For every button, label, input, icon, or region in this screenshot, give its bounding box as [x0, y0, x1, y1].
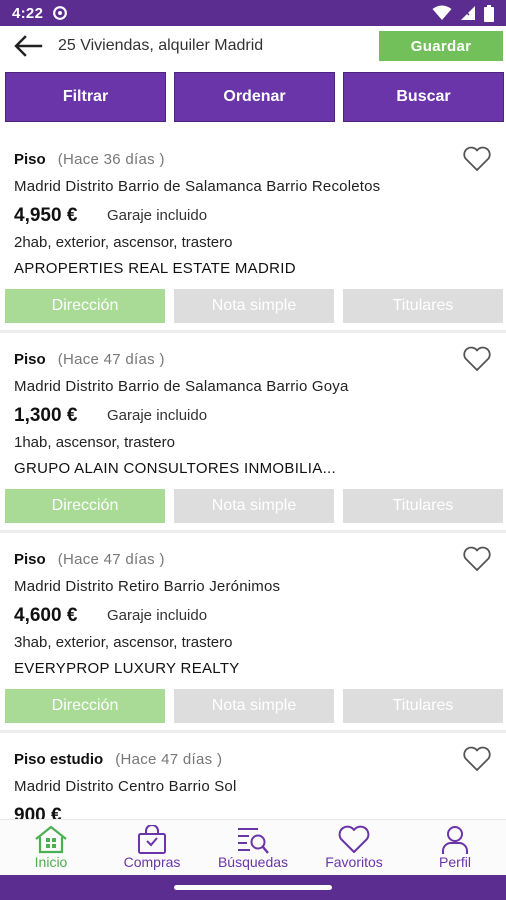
app-header: 25 Viviendas, alquiler Madrid Guardar: [0, 26, 506, 66]
nav-label-inicio: Inicio: [34, 854, 68, 870]
listing-header: Piso estudio (Hace 47 días ): [14, 751, 222, 768]
property-type: Piso: [14, 551, 46, 568]
heart-outline-icon: [463, 146, 491, 171]
nav-label-busquedas: Búsquedas: [217, 854, 289, 870]
listing-card[interactable]: Piso (Hace 47 días ) Madrid Distrito Barr…: [0, 333, 506, 533]
listing-card[interactable]: Piso (Hace 36 días ) Madrid Distrito Barr…: [0, 133, 506, 333]
user-icon: [442, 826, 468, 854]
sort-button[interactable]: Ordenar: [174, 72, 335, 122]
property-type: Piso estudio: [14, 751, 104, 768]
listing-list[interactable]: Piso (Hace 36 días ) Madrid Distrito Barr…: [0, 133, 506, 819]
listing-age: (Hace 47 días ): [57, 351, 165, 368]
titulares-button[interactable]: Titulares: [343, 689, 503, 723]
direction-button[interactable]: Dirección: [5, 489, 165, 523]
nav-label-favoritos: Favoritos: [325, 854, 383, 870]
search-title: 25 Viviendas, alquiler Madrid: [58, 37, 264, 54]
listing-address: Madrid Distrito Centro Barrio Sol: [14, 778, 237, 795]
favorite-button[interactable]: [460, 345, 494, 373]
action-toolbar: Filtrar Ordenar Buscar: [5, 72, 504, 122]
wifi-icon: [432, 5, 452, 20]
battery-icon: [484, 4, 494, 22]
home-icon: [35, 825, 67, 854]
listing-age: (Hace 47 días ): [57, 551, 165, 568]
nav-label-compras: Compras: [123, 854, 181, 870]
listing-features: 2hab, exterior, ascensor, trastero: [14, 234, 233, 251]
nav-item-perfil[interactable]: Perfil: [405, 820, 505, 876]
listing-agency: GRUPO ALAIN CONSULTORES INMOBILIA...: [14, 460, 336, 477]
titulares-button[interactable]: Titulares: [343, 289, 503, 323]
bottom-navigation: Inicio Compras Búsquedas Favoritos Perfi…: [0, 819, 506, 875]
status-time: 4:22: [12, 4, 44, 22]
listing-header: Piso (Hace 47 días ): [14, 351, 165, 368]
nav-item-compras[interactable]: Compras: [102, 820, 202, 876]
listing-price: 1,300 €: [14, 405, 78, 426]
listing-card[interactable]: Piso estudio (Hace 47 días ) Madrid Distr…: [0, 733, 506, 819]
listing-features: 1hab, ascensor, trastero: [14, 434, 175, 451]
shopping-bag-icon: [138, 825, 166, 854]
listing-agency: APROPERTIES REAL ESTATE MADRID: [14, 260, 296, 277]
filter-button[interactable]: Filtrar: [5, 72, 166, 122]
heart-outline-icon: [463, 546, 491, 571]
search-button[interactable]: Buscar: [343, 72, 504, 122]
listing-price: 4,600 €: [14, 605, 78, 626]
heart-icon: [338, 825, 370, 853]
listing-header: Piso (Hace 36 días ): [14, 151, 165, 168]
listing-address: Madrid Distrito Retiro Barrio Jerónimos: [14, 578, 281, 595]
nota-simple-button[interactable]: Nota simple: [174, 689, 334, 723]
nav-item-busquedas[interactable]: Búsquedas: [203, 820, 303, 876]
property-type: Piso: [14, 151, 46, 168]
favorite-button[interactable]: [460, 145, 494, 173]
listing-age: (Hace 36 días ): [57, 151, 165, 168]
nota-simple-button[interactable]: Nota simple: [174, 489, 334, 523]
direction-button[interactable]: Dirección: [5, 289, 165, 323]
nav-item-favoritos[interactable]: Favoritos: [304, 820, 404, 876]
status-bar: 4:22: [0, 0, 506, 26]
favorite-button[interactable]: [460, 745, 494, 773]
listing-age: (Hace 47 días ): [115, 751, 223, 768]
nav-label-perfil: Perfil: [439, 854, 471, 870]
listing-features: 3hab, exterior, ascensor, trastero: [14, 634, 233, 651]
back-button[interactable]: [10, 32, 46, 60]
favorite-button[interactable]: [460, 545, 494, 573]
listing-address: Madrid Distrito Barrio de Salamanca Barr…: [14, 178, 381, 195]
direction-button[interactable]: Dirección: [5, 689, 165, 723]
listing-price: 900 €: [14, 805, 62, 819]
heart-outline-icon: [463, 746, 491, 771]
listing-address: Madrid Distrito Barrio de Salamanca Barr…: [14, 378, 349, 395]
settings-gear-icon: [53, 6, 68, 20]
listing-card[interactable]: Piso (Hace 47 días ) Madrid Distrito Reti…: [0, 533, 506, 733]
search-list-icon: [238, 828, 269, 854]
nav-item-inicio[interactable]: Inicio: [1, 820, 101, 876]
listing-price: 4,950 €: [14, 205, 78, 226]
heart-outline-icon: [463, 346, 491, 371]
signal-icon: [461, 6, 475, 20]
nota-simple-button[interactable]: Nota simple: [174, 289, 334, 323]
listing-header: Piso (Hace 47 días ): [14, 551, 165, 568]
garage-info: Garaje incluido: [107, 207, 208, 224]
arrow-left-icon: [14, 35, 43, 57]
save-search-button[interactable]: Guardar: [379, 31, 503, 61]
titulares-button[interactable]: Titulares: [343, 489, 503, 523]
garage-info: Garaje incluido: [107, 407, 208, 424]
listing-agency: EVERYPROP LUXURY REALTY: [14, 660, 240, 677]
garage-info: Garaje incluido: [107, 607, 208, 624]
home-gesture-pill[interactable]: [174, 885, 332, 890]
property-type: Piso: [14, 351, 46, 368]
